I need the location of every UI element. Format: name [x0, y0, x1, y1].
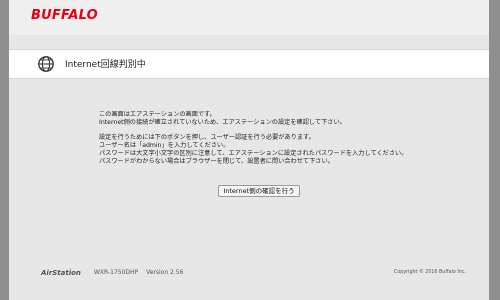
message-line: パスワードがわからない場合はブラウザーを閉じて、設置者に問い合わせて下さい。	[99, 158, 334, 165]
globe-icon	[38, 56, 54, 72]
router-page: BUFFALO Internet回線判別中 この画面はエアステーションの画面です…	[9, 0, 489, 300]
footer: AirStation WXR-1750DHP Version 2.56 Copy…	[9, 262, 489, 282]
message-paragraph-2: 設定を行うためには下のボタンを押し、ユーザー認証を行う必要があります。 ユーザー…	[99, 134, 479, 166]
message-line: 設定を行うためには下のボタンを押し、ユーザー認証を行う必要があります。	[99, 134, 315, 141]
message-line: ユーザー名は「admin」を入力してください。	[99, 142, 230, 149]
message-paragraph-1: この画面はエアステーションの画面です。 Internet側の接続が確立されていな…	[99, 111, 479, 127]
connection-status-bar: Internet回線判別中	[9, 49, 489, 79]
model-version: WXR-1750DHP Version 2.56	[94, 269, 183, 276]
status-title: Internet回線判別中	[65, 60, 146, 70]
message-line: この画面はエアステーションの画面です。	[99, 111, 216, 118]
internet-check-button[interactable]: Internet側の確認を行う	[218, 185, 300, 197]
buffalo-logo: BUFFALO	[31, 8, 98, 23]
copyright-text: Copyright © 2016 Buffalo Inc.	[393, 270, 466, 275]
model-name: WXR-1750DHP	[94, 269, 139, 276]
message-content: この画面はエアステーションの画面です。 Internet側の接続が確立されていな…	[99, 111, 479, 173]
firmware-version: Version 2.56	[146, 269, 184, 276]
airstation-logo: AirStation	[41, 269, 81, 277]
top-header: BUFFALO	[9, 0, 489, 35]
message-line: パスワードは大文字小文字の区別に注意して、エアステーションに設定されたパスワード…	[99, 150, 408, 157]
message-line: Internet側の接続が確立されていないため、エアステーションの設定を確認して…	[99, 119, 346, 126]
